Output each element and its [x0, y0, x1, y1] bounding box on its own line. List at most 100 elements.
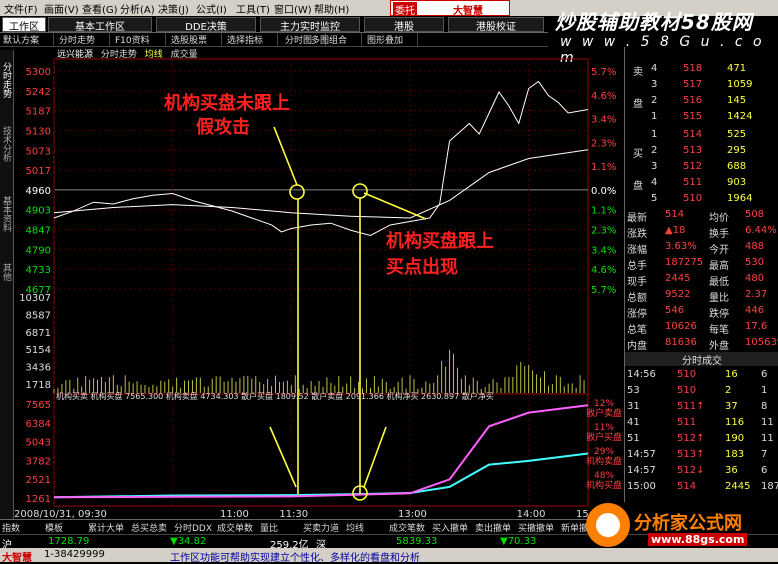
indicator-tab[interactable]: 买卖力道 — [303, 521, 339, 534]
indicator-tab[interactable]: 买撤撤单 — [518, 521, 554, 534]
tab-dde[interactable]: DDE决策 — [156, 17, 256, 33]
menu-decision[interactable]: 决策(J) — [158, 1, 189, 16]
annotation-text-2: 假攻击 — [196, 116, 250, 138]
stat-key: 最高 — [709, 261, 729, 272]
tab-main-monitor[interactable]: 主力实时监控 — [260, 17, 360, 33]
side-tab-technical[interactable]: 技术分析 — [1, 120, 13, 168]
orderbook-sell-row[interactable]: 盘 2 516 145 — [625, 95, 778, 110]
annotation-text-1: 机构买盘未跟上 — [164, 92, 290, 114]
tab-f10[interactable]: F10资料 — [112, 33, 166, 47]
time-label: 11:30 — [279, 509, 308, 519]
ob-vol: 1059 — [727, 79, 753, 90]
tab-hk-verify[interactable]: 港股校证 — [448, 17, 544, 33]
trade-time: 53 — [627, 385, 640, 396]
indicator-tab[interactable]: 量比 — [260, 521, 278, 534]
trade-count: 11 — [761, 433, 774, 444]
menu-tools[interactable]: 工具(T) — [236, 1, 270, 16]
order-badge[interactable]: 委托 — [393, 2, 417, 17]
indicator-series-line — [53, 452, 589, 499]
ob-side: 卖 — [633, 67, 643, 78]
orderbook-sell-row[interactable]: 1 515 1424 — [625, 111, 778, 125]
orderbook-buy-row[interactable]: 买 2 513 295 — [625, 145, 778, 160]
tab-basic-workspace[interactable]: 基本工作区 — [48, 17, 152, 33]
trade-count: 187 — [761, 481, 778, 492]
orderbook-buy-row[interactable]: 1 514 525 — [625, 129, 778, 143]
orderbook-buy-row[interactable]: 3 512 688 — [625, 161, 778, 175]
tab-select-stock[interactable]: 选股股票 — [168, 33, 222, 47]
price-tick: 4847 — [26, 226, 51, 237]
price-tick: 4903 — [26, 206, 51, 217]
tab-select-indicator[interactable]: 选择指标 — [224, 33, 278, 47]
tab-workspace[interactable]: 工作区 — [2, 17, 46, 33]
trade-price: 510 — [677, 385, 697, 396]
ob-price: 510 — [683, 193, 703, 204]
ob-level: 5 — [651, 193, 658, 204]
stat-value: 2445 — [665, 273, 691, 284]
pct-tick: 2.3% — [591, 226, 616, 237]
stat-row: 现手 2445 最低 480 — [625, 273, 778, 288]
volume-tick: 1718 — [26, 380, 51, 391]
tab-intraday[interactable]: 分时走势 — [56, 33, 110, 47]
indicator-tab[interactable]: 买入撤单 — [432, 521, 468, 534]
ob-level: 3 — [651, 161, 658, 172]
indicator-tab[interactable]: 卖出撤单 — [475, 521, 511, 534]
menu-help[interactable]: 帮助(H) — [314, 1, 349, 16]
indicator-tab[interactable]: 模板 — [45, 521, 63, 534]
stat-row: 内盘 81636 外盘 105639 — [625, 337, 778, 352]
trade-vol: 2445 — [725, 481, 751, 492]
indicator-tab[interactable]: 指数 — [2, 521, 20, 534]
price-tick: 5300 — [26, 67, 51, 78]
stat-row: 涨跌 ▲18 换手 6.44% — [625, 225, 778, 240]
menu-window[interactable]: 窗口(W) — [274, 1, 312, 16]
volume-tick: 8587 — [26, 310, 51, 321]
menu-see[interactable]: 查看(G) — [82, 1, 118, 16]
orderbook-buy-row[interactable]: 5 510 1964 — [625, 193, 778, 207]
indicator-tick: 1261 — [26, 494, 51, 505]
trade-price: 512↓ — [677, 465, 705, 476]
menu-formula[interactable]: 公式(I) — [196, 1, 227, 16]
orderbook-sell-row[interactable]: 3 517 1059 — [625, 79, 778, 93]
ob-vol: 903 — [727, 177, 747, 188]
intraday-chart[interactable]: 5300 5242 5187 5130 5073 5017 4960 4903 4847 4790… — [14, 47, 624, 519]
trade-row: 41 511 116 11 — [625, 417, 778, 431]
sz-value: 5839.33 — [396, 536, 438, 547]
side-tab-other[interactable]: 其他 — [1, 260, 13, 284]
time-label: 2008/10/31, 09:30 — [14, 509, 107, 519]
indicator-tab[interactable]: 分时DDX — [174, 521, 212, 534]
tab-default-scheme[interactable]: 默认方案 — [0, 33, 54, 47]
status-phone: 1-38429999 — [44, 549, 105, 560]
stat-key: 跌停 — [709, 309, 729, 320]
brand-name: 大智慧 — [453, 6, 483, 17]
trade-count: 1 — [761, 385, 768, 396]
stat-row: 总笔 10626 每笔 17.6 — [625, 321, 778, 336]
ob-price: 515 — [683, 111, 703, 122]
menu-analysis[interactable]: 分析(A) — [120, 1, 155, 16]
indicator-side-pct: 48% — [594, 471, 614, 481]
tab-overlay[interactable]: 图形叠加 — [364, 33, 418, 47]
price-tick: 5073 — [26, 146, 51, 157]
side-tab-basic[interactable]: 基本资料 — [1, 190, 13, 238]
stat-key: 最新 — [627, 213, 647, 224]
time-axis: 2008/10/31, 09:3011:0011:3013:0014:0015:… — [14, 509, 605, 519]
orderbook-sell-row[interactable]: 卖 4 518 471 — [625, 63, 778, 78]
indicator-tab[interactable]: 成交单数 — [217, 521, 253, 534]
price-tick: 4790 — [26, 245, 51, 256]
indicator-tab[interactable]: 总买总卖 — [131, 521, 167, 534]
indicator-tab[interactable]: 成交笔数 — [389, 521, 425, 534]
stat-value: 10626 — [665, 321, 697, 332]
trade-vol: 2 — [725, 385, 732, 396]
menu-view[interactable]: 画面(V) — [44, 1, 79, 16]
trade-vol: 190 — [725, 433, 745, 444]
stat-key: 均价 — [709, 213, 729, 224]
orderbook-buy-row[interactable]: 盘 4 511 903 — [625, 177, 778, 192]
menu-file[interactable]: 文件(F) — [4, 1, 38, 16]
ob-price: 516 — [683, 95, 703, 106]
side-tab-intraday[interactable]: 分时走势 — [1, 56, 13, 104]
trade-count: 6 — [761, 465, 768, 476]
tab-hk[interactable]: 港股 — [364, 17, 444, 33]
indicator-tab[interactable]: 均线 — [346, 521, 364, 534]
stat-row: 涨停 546 跌停 446 — [625, 305, 778, 320]
trade-time: 41 — [627, 417, 640, 428]
tab-multi-chart[interactable]: 多图组合 — [308, 33, 362, 47]
indicator-tab[interactable]: 累计大单 — [88, 521, 124, 534]
